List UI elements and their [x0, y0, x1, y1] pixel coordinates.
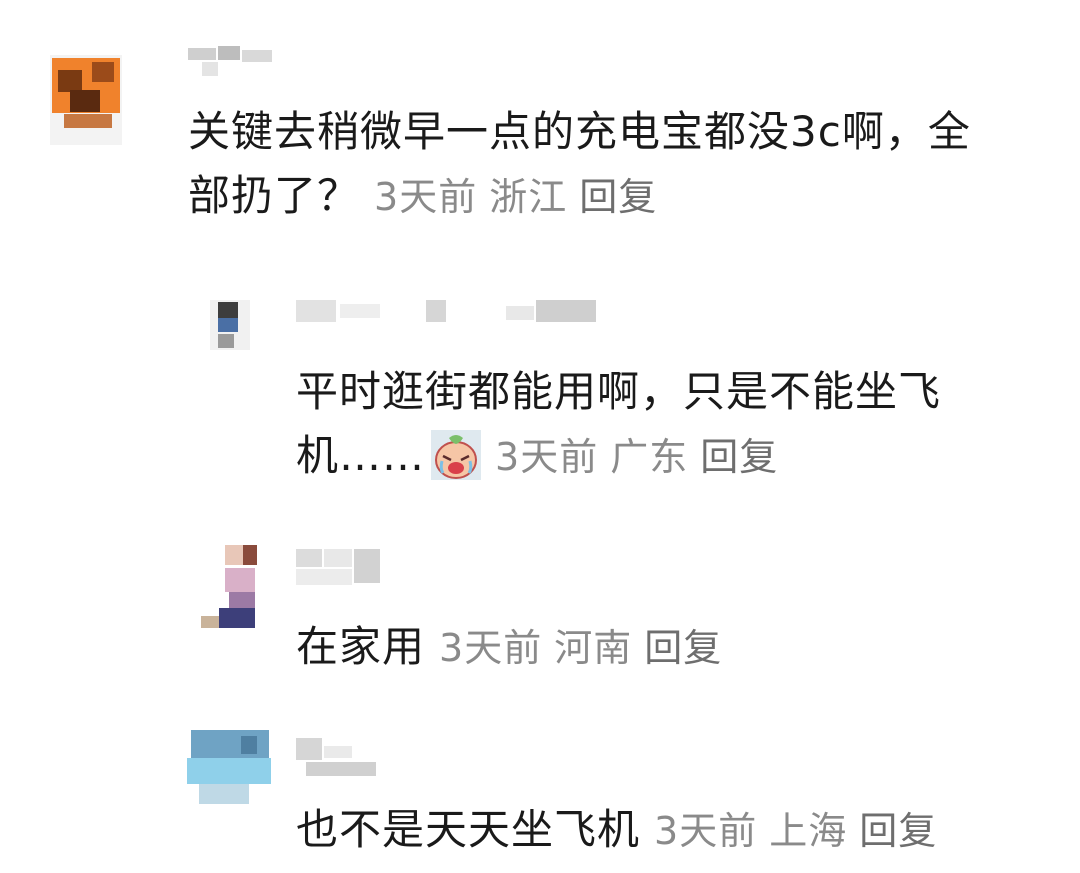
comment-text: 平时逛街都能用啊，只是不能坐飞 机…… 3天前 广东 回复: [296, 360, 1066, 489]
comment-text-line: 部扔了？ 3天前 浙江 回复: [188, 164, 1068, 229]
avatar[interactable]: [195, 540, 270, 635]
comment-text-line1: 在家用: [296, 622, 426, 671]
comment-time: 3天前: [439, 626, 543, 670]
comment-location: 河南: [554, 626, 633, 670]
comment-text-line: 机…… 3天前 广东 回复: [296, 424, 1066, 489]
comment-time: 3天前: [495, 435, 599, 479]
comment-text-line2: 部扔了？: [188, 171, 361, 220]
reply-button[interactable]: 回复: [644, 626, 722, 670]
username[interactable]: [296, 732, 386, 782]
comment-meta: 3天前 上海 回复: [654, 809, 949, 853]
comment-meta: 3天前 河南 回复: [439, 626, 734, 670]
username[interactable]: [296, 296, 616, 330]
comment-time: 3天前: [374, 175, 478, 219]
reply-button[interactable]: 回复: [579, 175, 657, 219]
comment-text-line: 在家用 3天前 河南 回复: [296, 615, 1066, 680]
comment-location: 广东: [610, 435, 689, 479]
comment-text-line: 也不是天天坐飞机 3天前 上海 回复: [296, 798, 1066, 863]
comment-text-line1: 也不是天天坐飞机: [296, 805, 641, 854]
crying-face-icon: [431, 430, 482, 480]
comment-text: 也不是天天坐飞机 3天前 上海 回复: [296, 798, 1066, 863]
reply-item: 平时逛街都能用啊，只是不能坐飞 机…… 3天前 广东 回复: [0, 260, 1080, 520]
comment-item: 关键去稍微早一点的充电宝都没3c啊，全 部扔了？ 3天前 浙江 回复: [0, 0, 1080, 260]
reply-button[interactable]: 回复: [859, 809, 937, 853]
comment-text: 在家用 3天前 河南 回复: [296, 615, 1066, 680]
username[interactable]: [188, 44, 280, 80]
comment-location: 浙江: [489, 175, 568, 219]
comment-text-line: 关键去稍微早一点的充电宝都没3c啊，全: [188, 107, 971, 156]
comment-meta: 3天前 广东 回复: [495, 435, 790, 479]
comment-meta: 3天前 浙江 回复: [374, 175, 669, 219]
comment-text-line2: 机……: [296, 431, 426, 480]
comment-time: 3天前: [654, 809, 758, 853]
comment-text: 关键去稍微早一点的充电宝都没3c啊，全 部扔了？ 3天前 浙江 回复: [188, 100, 1068, 229]
comment-location: 上海: [769, 809, 848, 853]
avatar[interactable]: [200, 290, 270, 365]
reply-item: 也不是天天坐飞机 3天前 上海 回复: [0, 710, 1080, 873]
avatar[interactable]: [30, 30, 140, 145]
reply-button[interactable]: 回复: [700, 435, 778, 479]
comment-text-line: 平时逛街都能用啊，只是不能坐飞: [296, 367, 942, 416]
username[interactable]: [296, 545, 386, 589]
reply-item: 在家用 3天前 河南 回复: [0, 525, 1080, 710]
avatar[interactable]: [185, 720, 275, 810]
